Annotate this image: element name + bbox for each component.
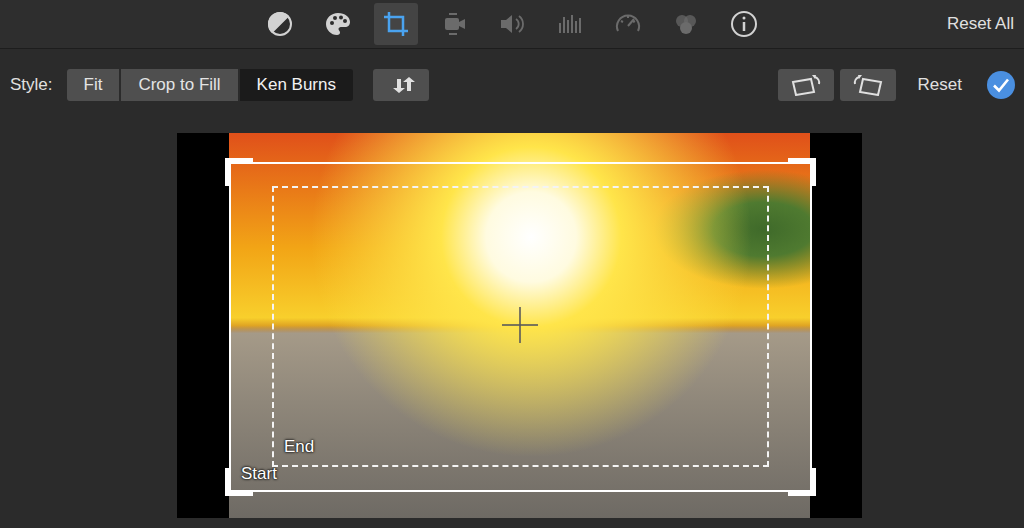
style-option[interactable]: Crop to Fill bbox=[121, 69, 237, 101]
end-label: End bbox=[284, 437, 314, 457]
noise-reduction-icon bbox=[555, 9, 585, 39]
speed-button[interactable] bbox=[606, 3, 650, 45]
reset-button[interactable]: Reset bbox=[918, 75, 962, 95]
reset-all-button[interactable]: Reset All bbox=[947, 14, 1014, 34]
color-balance-icon bbox=[265, 9, 295, 39]
rotate-left-button[interactable] bbox=[778, 69, 834, 101]
style-label: Style: bbox=[10, 75, 53, 95]
rotate-right-button[interactable] bbox=[840, 69, 896, 101]
style-segmented-control: FitCrop to FillKen Burns bbox=[67, 69, 353, 101]
crop-panel: Reset All Style: FitCrop to FillKen Burns R… bbox=[0, 0, 1024, 528]
checkmark-icon bbox=[986, 70, 1016, 100]
rotate-left-icon bbox=[789, 74, 823, 96]
viewer: Start End bbox=[177, 133, 862, 518]
color-correction-icon bbox=[323, 9, 353, 39]
start-label: Start bbox=[241, 464, 277, 484]
crop-icon bbox=[381, 9, 411, 39]
style-bar: Style: FitCrop to FillKen Burns Reset bbox=[0, 67, 1024, 103]
rotate-right-icon bbox=[851, 74, 885, 96]
swap-arrows-icon bbox=[385, 75, 417, 95]
volume-icon bbox=[497, 9, 527, 39]
apply-button[interactable] bbox=[986, 70, 1016, 100]
swap-button[interactable] bbox=[373, 69, 429, 101]
style-option[interactable]: Ken Burns bbox=[240, 69, 353, 101]
clip-filter-button[interactable] bbox=[664, 3, 708, 45]
volume-button[interactable] bbox=[490, 3, 534, 45]
adjustments-bar: Reset All bbox=[0, 0, 1024, 49]
info-icon bbox=[729, 9, 759, 39]
stabilization-icon bbox=[439, 9, 469, 39]
style-option[interactable]: Fit bbox=[67, 69, 120, 101]
noise-reduction-button[interactable] bbox=[548, 3, 592, 45]
stabilization-button[interactable] bbox=[432, 3, 476, 45]
crop-button[interactable] bbox=[374, 3, 418, 45]
info-button[interactable] bbox=[722, 3, 766, 45]
clip-filter-icon bbox=[671, 9, 701, 39]
color-balance-button[interactable] bbox=[258, 3, 302, 45]
speed-icon bbox=[613, 9, 643, 39]
crosshair-icon bbox=[502, 307, 538, 343]
color-correction-button[interactable] bbox=[316, 3, 360, 45]
